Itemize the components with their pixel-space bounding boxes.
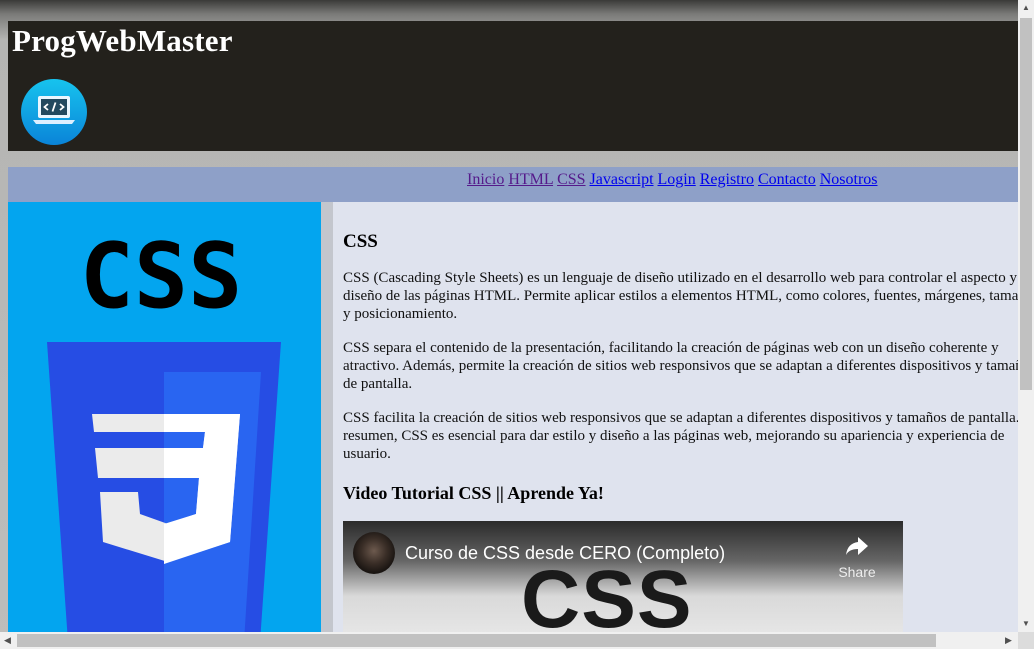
side-image-text: CSS xyxy=(80,224,243,329)
site-title: ProgWebMaster xyxy=(12,23,233,58)
main-content: CSS CSS (Cascading Style Sheets) es un l… xyxy=(333,202,1018,632)
section-heading: CSS xyxy=(343,231,378,252)
paragraph: CSS separa el contenido de la presentaci… xyxy=(343,340,1018,392)
video-heading: Video Tutorial CSS || Aprende Ya! xyxy=(343,483,604,503)
site-header: ProgWebMaster xyxy=(8,21,1018,151)
css3-logo-icon: CSS xyxy=(8,202,321,632)
nav-link-css[interactable]: CSS xyxy=(557,171,585,188)
scrollbar-corner xyxy=(1018,632,1034,649)
scroll-right-icon[interactable]: ▶ xyxy=(1005,635,1012,646)
share-button[interactable]: Share xyxy=(836,535,878,580)
horizontal-scrollbar[interactable]: ◀ ▶ xyxy=(0,632,1018,649)
nav-link-inicio[interactable]: Inicio xyxy=(467,171,504,188)
share-label: Share xyxy=(838,564,876,580)
scroll-down-icon[interactable]: ▼ xyxy=(1022,619,1030,628)
video-thumbnail-text: CSS xyxy=(521,554,693,632)
main-nav: Inicio HTML CSS Javascript Login Registr… xyxy=(8,167,1018,202)
scroll-up-icon[interactable]: ▲ xyxy=(1022,3,1030,12)
nav-links: Inicio HTML CSS Javascript Login Registr… xyxy=(467,171,878,189)
channel-avatar[interactable] xyxy=(353,532,395,574)
video-embed[interactable]: Curso de CSS desde CERO (Completo) Share… xyxy=(343,521,903,632)
paragraph: CSS (Cascading Style Sheets) es un lengu… xyxy=(343,270,1018,322)
vertical-scrollbar[interactable]: ▲ ▼ xyxy=(1018,0,1034,632)
paragraph: CSS facilita la creación de sitios web r… xyxy=(343,410,1018,462)
share-icon xyxy=(846,537,868,555)
nav-link-registro[interactable]: Registro xyxy=(700,171,754,188)
horizontal-scroll-thumb[interactable] xyxy=(17,634,936,647)
scroll-left-icon[interactable]: ◀ xyxy=(4,635,11,646)
nav-link-nosotros[interactable]: Nosotros xyxy=(820,171,878,188)
nav-link-html[interactable]: HTML xyxy=(508,171,553,188)
vertical-scroll-thumb[interactable] xyxy=(1020,18,1032,390)
nav-link-javascript[interactable]: Javascript xyxy=(590,171,654,188)
column-divider xyxy=(321,202,333,632)
code-laptop-icon xyxy=(21,79,87,145)
nav-link-login[interactable]: Login xyxy=(658,171,696,188)
browser-viewport: ProgWebMaster Inicio HTML CSS Javascript… xyxy=(0,0,1018,632)
nav-link-contacto[interactable]: Contacto xyxy=(758,171,816,188)
